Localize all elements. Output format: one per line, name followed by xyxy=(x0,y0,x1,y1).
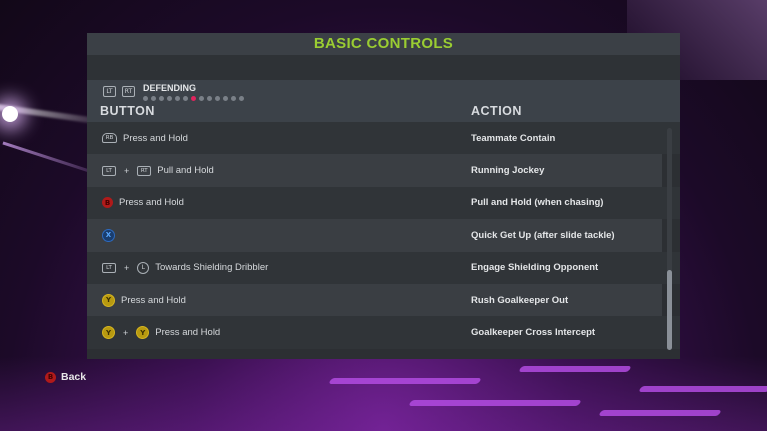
controls-panel: BASIC CONTROLS LT RT DEFENDING BUTTON AC… xyxy=(87,33,680,359)
section-header: LT RT DEFENDING BUTTON ACTION xyxy=(87,80,680,122)
plus-sign: + xyxy=(124,262,130,273)
page-dot-active xyxy=(191,96,196,101)
page-dot xyxy=(175,96,180,101)
control-input: LT + RT Pull and Hold xyxy=(102,165,214,176)
y-button-icon: Y xyxy=(102,326,115,340)
column-headers: BUTTON ACTION xyxy=(87,102,680,122)
y-button-icon: Y xyxy=(136,326,150,340)
back-button[interactable]: B Back xyxy=(45,371,86,383)
control-input: RB Press and Hold xyxy=(102,133,188,144)
input-description: Pull and Hold xyxy=(157,165,214,177)
control-input: LT + L Towards Shielding Dribbler xyxy=(102,261,269,274)
x-button-icon: X xyxy=(102,228,115,242)
input-description: Towards Shielding Dribbler xyxy=(155,262,269,274)
control-input: B Press and Hold xyxy=(102,197,184,209)
action-label: Goalkeeper Cross Intercept xyxy=(471,327,596,339)
page-dot xyxy=(199,96,204,101)
page-dot xyxy=(167,96,172,101)
control-row[interactable]: B Press and Hold Pull and Hold (when chasi… xyxy=(87,186,680,220)
action-label: Quick Get Up (after slide tackle) xyxy=(471,229,615,241)
y-button-icon: Y xyxy=(102,293,115,307)
page-title: BASIC CONTROLS xyxy=(87,33,680,55)
background-spotlight xyxy=(2,106,18,122)
b-button-icon: B xyxy=(45,371,56,383)
l-button-icon: L xyxy=(137,261,150,274)
action-label: Teammate Contain xyxy=(471,132,556,144)
rt-button-icon: RT xyxy=(137,165,152,176)
page-dot xyxy=(151,96,156,101)
input-description: Press and Hold xyxy=(121,294,186,306)
control-input: Y Press and Hold xyxy=(102,293,186,307)
back-label: Back xyxy=(61,371,87,383)
action-label: Running Jockey xyxy=(471,165,545,177)
action-label: Engage Shielding Opponent xyxy=(471,262,599,274)
page-dot xyxy=(159,96,164,101)
page-dot xyxy=(223,96,228,101)
scrollbar-thumb[interactable] xyxy=(667,270,672,350)
control-row[interactable]: Y Press and Hold Rush Goalkeeper Out xyxy=(87,283,662,317)
section-name: DEFENDING xyxy=(143,83,197,93)
b-button-icon: B xyxy=(102,197,113,209)
control-row[interactable]: Y + Y Press and Hold Goalkeeper Cross Interc… xyxy=(87,316,680,349)
plus-sign: + xyxy=(123,327,129,338)
column-header-action: ACTION xyxy=(471,104,522,118)
page-dot xyxy=(183,96,188,101)
rb-button-icon: RB xyxy=(102,133,117,144)
background-floor xyxy=(0,356,767,431)
page-dot xyxy=(215,96,220,101)
column-header-button: BUTTON xyxy=(100,104,155,118)
page-dot xyxy=(207,96,212,101)
action-label: Rush Goalkeeper Out xyxy=(471,294,569,306)
input-description: Press and Hold xyxy=(119,197,184,209)
control-input: X xyxy=(102,228,121,242)
input-description: Press and Hold xyxy=(123,132,188,144)
rt-icon[interactable]: RT xyxy=(122,86,135,97)
input-description: Press and Hold xyxy=(155,327,221,339)
section-nav: LT RT xyxy=(103,86,135,97)
page-dot xyxy=(239,96,244,101)
panel-spacer xyxy=(87,55,680,80)
page-dot xyxy=(143,96,148,101)
control-row[interactable]: X Quick Get Up (after slide tackle) xyxy=(87,219,662,252)
control-row[interactable]: LT + L Towards Shielding Dribbler Engage Shi… xyxy=(87,251,680,284)
lt-button-icon: LT xyxy=(102,165,116,176)
control-row[interactable]: LT + RT Pull and Hold Running Jockey xyxy=(87,154,662,187)
plus-sign: + xyxy=(124,165,130,176)
page-dot xyxy=(231,96,236,101)
lt-icon[interactable]: LT xyxy=(103,86,116,97)
page-indicator xyxy=(143,96,244,101)
control-row[interactable]: RB Press and Hold Teammate Contain xyxy=(87,122,680,155)
control-input: Y + Y Press and Hold xyxy=(102,326,221,340)
action-label: Pull and Hold (when chasing) xyxy=(471,197,604,209)
scrollbar[interactable] xyxy=(667,128,672,350)
lt-button-icon: LT xyxy=(102,262,116,273)
controls-list[interactable]: RB Press and Hold Teammate Contain LT + RT Pul… xyxy=(87,122,680,359)
